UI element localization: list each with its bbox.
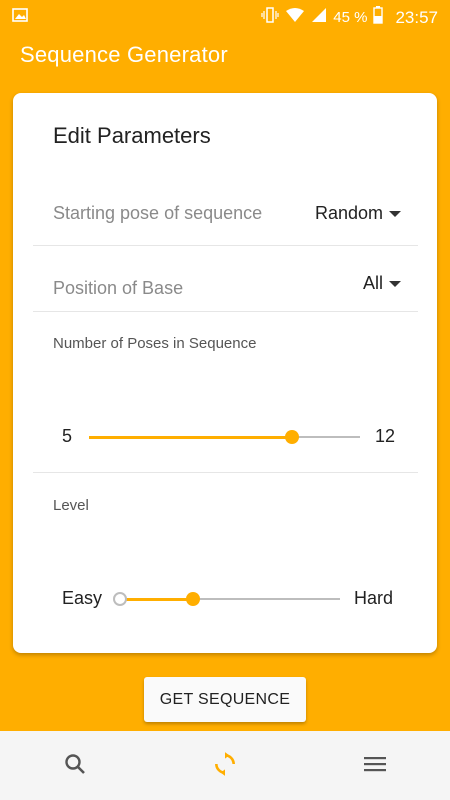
starting-pose-label: Starting pose of sequence	[53, 203, 263, 223]
starting-pose-value: Random	[314, 203, 383, 223]
vibrate-icon	[261, 6, 279, 29]
level-slider-fill	[120, 598, 193, 601]
position-of-base-label: Position of Base	[53, 278, 184, 298]
menu-icon	[363, 752, 387, 781]
nav-search[interactable]	[60, 751, 90, 781]
divider	[33, 472, 418, 473]
battery-percent: 45 %	[333, 9, 368, 26]
search-icon	[63, 752, 87, 781]
level-slider-thumb[interactable]	[186, 592, 200, 606]
starting-pose-dropdown[interactable]: Random	[315, 203, 401, 224]
clock: 23:57	[395, 7, 438, 27]
nav-generate[interactable]	[210, 751, 240, 781]
level-min-label: Easy	[62, 588, 103, 608]
position-of-base-value: All	[362, 273, 383, 293]
level-label: Level	[53, 497, 89, 514]
app-title: Sequence Generator	[20, 42, 228, 67]
level-slider-start-marker	[113, 592, 127, 606]
position-of-base-dropdown[interactable]: All	[363, 273, 401, 294]
bottom-navigation	[0, 731, 450, 800]
refresh-icon	[212, 751, 238, 782]
card-title: Edit Parameters	[53, 123, 211, 148]
signal-icon	[311, 7, 327, 28]
level-max-label: Hard	[354, 588, 394, 608]
nav-menu[interactable]	[360, 751, 390, 781]
chevron-down-icon	[389, 210, 401, 217]
poses-count-label: Number of Poses in Sequence	[53, 335, 257, 352]
status-bar: 45 % 23:57	[0, 0, 450, 32]
battery-icon	[373, 6, 384, 29]
poses-slider-fill	[89, 436, 292, 439]
poses-slider-thumb[interactable]	[285, 430, 299, 444]
get-sequence-button[interactable]: GET SEQUENCE	[144, 677, 306, 722]
parameters-card: Edit Parameters Starting pose of sequenc…	[13, 93, 437, 653]
divider	[33, 311, 418, 312]
wifi-icon	[285, 6, 305, 29]
poses-min-label: 5	[62, 426, 73, 446]
image-icon	[12, 7, 28, 28]
divider	[33, 245, 418, 246]
chevron-down-icon	[389, 280, 401, 287]
poses-max-label: 12	[375, 426, 396, 446]
